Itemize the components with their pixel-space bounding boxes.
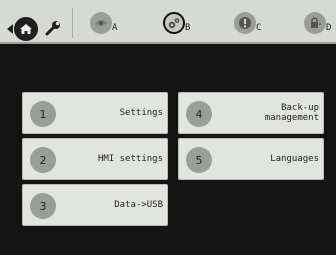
status-letter: A (112, 23, 118, 33)
menu-number: 5 (186, 147, 212, 173)
alert-icon (234, 12, 256, 34)
home-icon[interactable] (14, 17, 38, 41)
top-toolbar: A B C D (0, 0, 336, 44)
menu-label: Data->USB (114, 200, 163, 210)
menu-button-data-usb[interactable]: 3 Data->USB (22, 184, 168, 226)
tab-divider (72, 8, 73, 38)
menu-number: 1 (30, 101, 56, 127)
status-letter: D (326, 23, 332, 33)
menu-button-backup-management[interactable]: 4 Back-up management (178, 92, 324, 134)
menu-button-settings[interactable]: 1 Settings (22, 92, 168, 134)
menu-number: 4 (186, 101, 212, 127)
menu-label: HMI settings (97, 154, 163, 164)
menu-label: Back-up management (264, 103, 319, 123)
left-arrow-icon[interactable] (7, 24, 13, 34)
status-letter: B (185, 23, 191, 33)
menu-label: Languages (270, 154, 319, 164)
tab-group (4, 6, 66, 41)
lock-icon (304, 12, 326, 34)
menu-number: 3 (30, 193, 56, 219)
wrench-glyph (45, 21, 60, 36)
menu-button-languages[interactable]: 5 Languages (178, 138, 324, 180)
wrench-icon[interactable] (42, 16, 64, 40)
hmi-screen: A B C D 1 Settings 2 HMI settings 3 Data… (0, 0, 336, 255)
menu-button-hmi-settings[interactable]: 2 HMI settings (22, 138, 168, 180)
menu-label: Settings (119, 108, 163, 118)
menu-number: 2 (30, 147, 56, 173)
gears-icon (163, 12, 185, 34)
eye-icon (90, 12, 112, 34)
home-glyph (20, 24, 32, 34)
status-letter: C (256, 23, 262, 33)
